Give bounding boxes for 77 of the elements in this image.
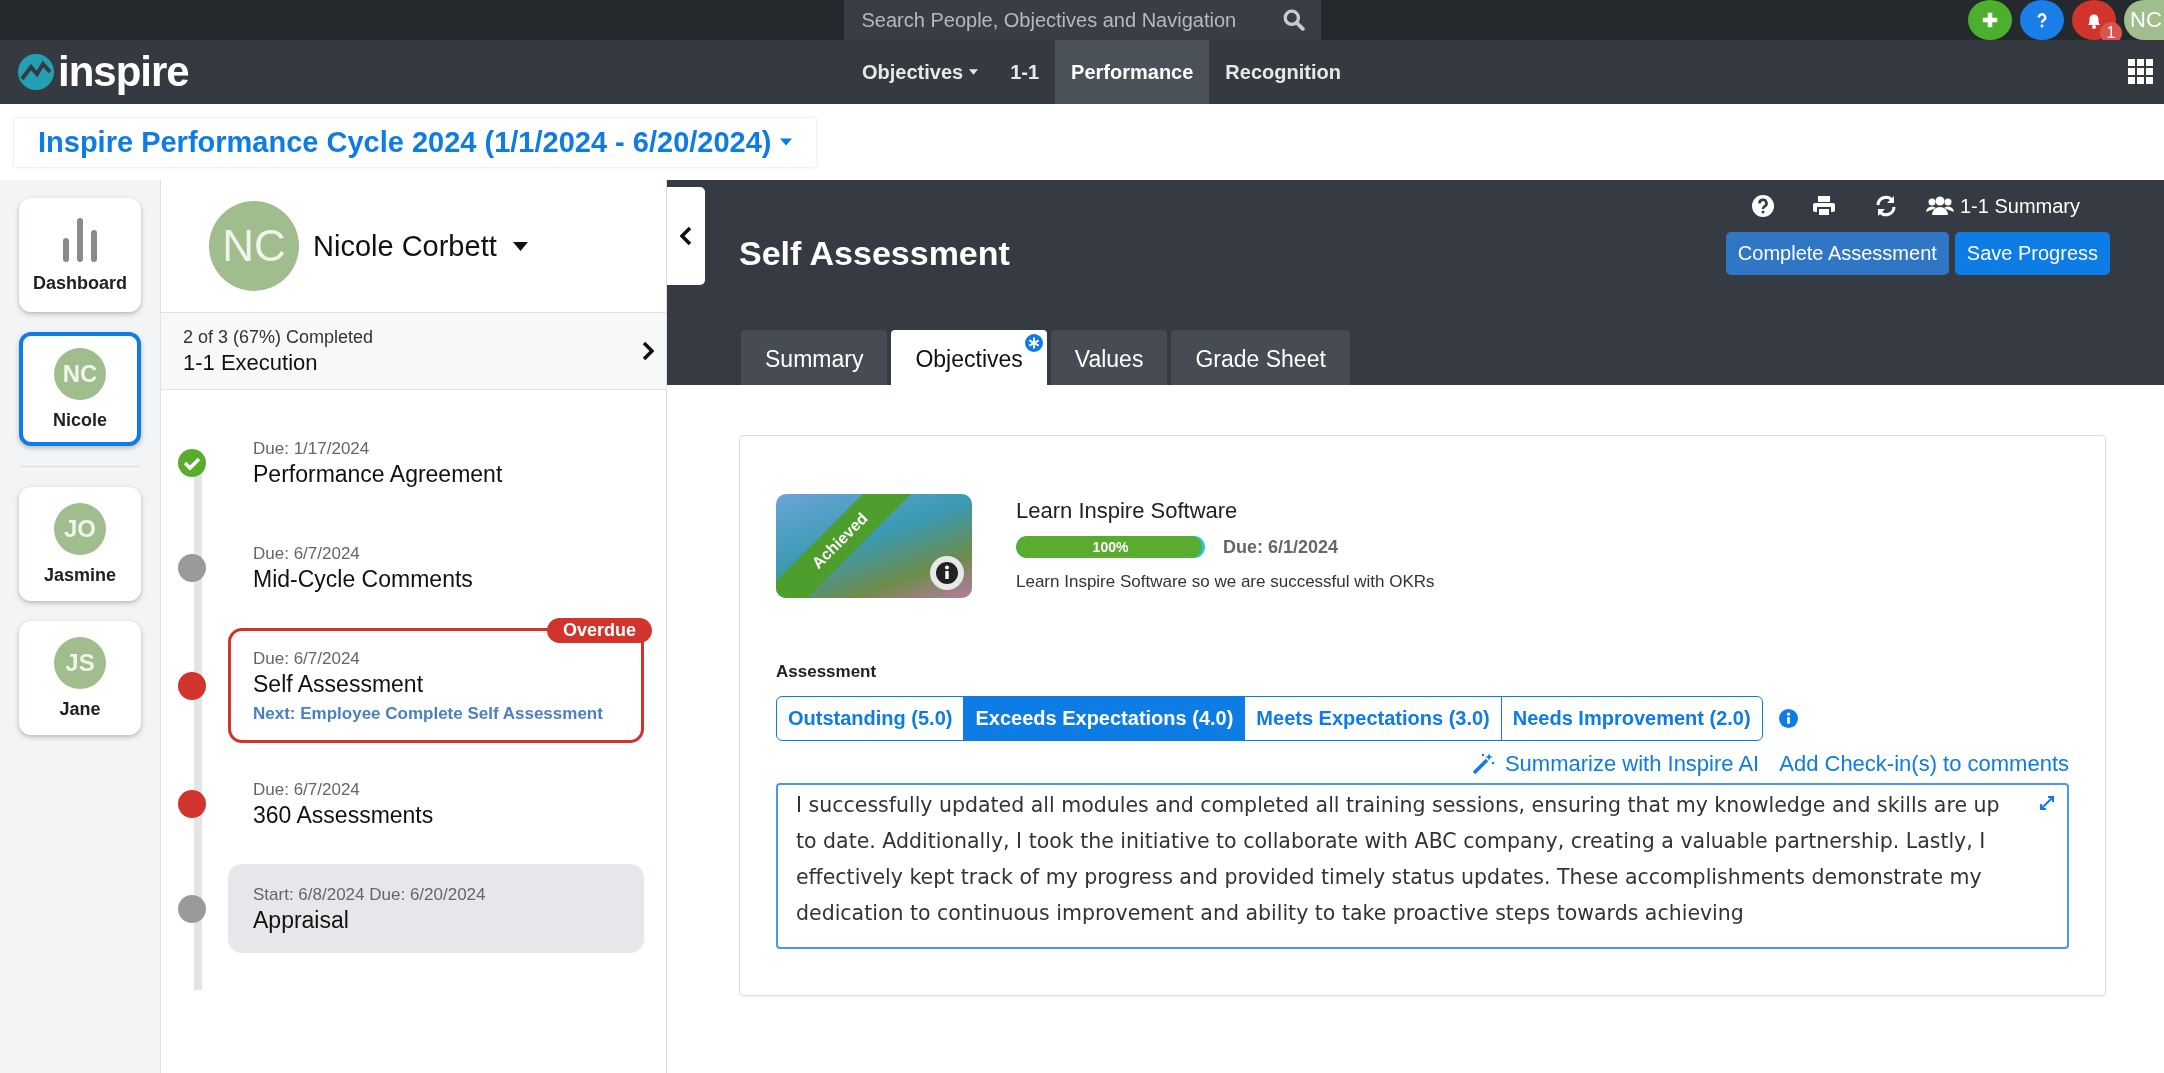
step-title: Mid-Cycle Comments [253,566,474,593]
caret-icon [779,138,792,146]
nav-tab[interactable]: Recognition [1209,40,1357,104]
due-date: Due: 6/1/2024 [1223,536,1339,558]
step-date: Due: 6/7/2024 [253,780,361,800]
chevron-left-icon [680,226,692,246]
tab[interactable]: Grade Sheet [1171,330,1350,385]
help-icon[interactable] [1751,195,1774,217]
help-button[interactable] [2020,0,2064,40]
nav-tab[interactable]: 1-1 [994,40,1056,104]
step-card[interactable]: Start: 6/8/2024 Due: 6/20/2024 Appraisal [228,864,644,953]
person-name: Nicole [53,409,107,431]
objective-title[interactable]: Learn Inspire Software [1016,498,1435,524]
step-title: Performance Agreement [253,461,504,488]
rating-option[interactable]: Outstanding (5.0) [777,697,964,740]
person-dropdown[interactable]: Nicole Corbett [313,229,528,263]
rating-option[interactable]: Exceeds Expectations (4.0) [963,697,1245,740]
step-date: Due: 6/7/2024 [253,544,361,564]
info-icon[interactable] [930,556,964,590]
person-name: Jasmine [43,564,116,586]
add-checkins-link[interactable]: Add Check-in(s) to comments [1779,751,2069,777]
next-step-link[interactable]: Next: Employee Complete Self Assessment [253,704,619,724]
avatar: JO [54,502,106,555]
step-date: Due: 6/7/2024 [253,649,361,669]
step-card[interactable]: Due: 6/7/2024 360 Assessments [228,759,644,848]
chevron-right-icon [642,341,654,361]
nav-tab[interactable]: Performance [1055,40,1210,104]
person-card[interactable]: JS Jane [19,621,141,735]
action-button[interactable]: Complete Assessment [1725,232,1949,275]
person-card[interactable]: NC Nicole [19,332,141,446]
progress-panel[interactable]: 2 of 3 (67%) Completed 1-1 Execution [161,312,666,390]
avatar: JS [54,636,106,689]
step-title: Appraisal [253,907,350,934]
tab[interactable]: Values [1050,330,1168,385]
dashboard-button[interactable]: Dashboard [19,198,141,312]
plus-icon [1981,11,1999,29]
page-title: Self Assessment [739,234,1010,273]
expand-icon[interactable] [2039,795,2055,811]
magic-wand-icon [1470,752,1495,776]
nav-tab[interactable]: Objectives [846,40,995,104]
step-date: Start: 6/8/2024 Due: 6/20/2024 [253,885,487,905]
step-date: Due: 1/17/2024 [253,439,371,459]
cycle-dropdown[interactable]: Inspire Performance Cycle 2024 (1/1/2024 - 6/20/2024) [14,117,816,167]
people-icon [1925,196,1954,216]
notifications-button[interactable] [2072,0,2116,40]
progress-label: 100% [1091,538,1130,557]
person-card[interactable]: JO Jasmine [19,487,141,601]
objective-description: Learn Inspire Software so we are successful with OKRs [1016,572,1435,592]
progress-title: 1-1 Execution [183,349,319,376]
logo-text: inspire [58,48,189,96]
add-button[interactable] [1968,0,2012,40]
print-icon[interactable] [1811,195,1836,217]
apps-grid-icon[interactable] [2128,59,2154,85]
step-title: Self Assessment [253,671,425,698]
logo-icon [16,52,56,92]
overdue-badge: Overdue [546,618,652,643]
caret-icon [512,241,528,251]
avatar: NC [209,201,299,291]
assessment-label: Assessment [776,662,878,682]
step-card[interactable]: Due: 6/7/2024 Mid-Cycle Comments [228,523,644,612]
rating-option[interactable]: Needs Improvement (2.0) [1500,697,1762,740]
step-card[interactable]: Due: 1/17/2024 Performance Agreement [228,418,644,507]
step-title: 360 Assessments [253,802,435,829]
comment-field[interactable]: I successfully updated all modules and completed all training sessions, ensuring that my knowledge and skills are up to date. Additionally, I took the initiative to collaborate with ABC company, creating a valuable partnership. Lastly, I effectively kept track of my progress and provided timely status updates. These accomplishments demonstrate my dedication to continuous improvement and ability to take proactive steps towards achieving [776,783,2069,949]
collapse-button[interactable] [667,187,705,285]
bar-chart-icon [60,216,100,263]
person-name: Jane [59,698,101,720]
summarize-ai-link[interactable]: Summarize with Inspire AI [1470,751,1760,777]
search-icon [1282,9,1305,31]
progress-text: 2 of 3 (67%) Completed [183,326,374,348]
action-button[interactable]: Save Progress [1954,232,2110,275]
tab[interactable]: Objectives [891,330,1047,385]
tab[interactable]: Summary [741,330,888,385]
avatar: NC [54,347,106,400]
search-field[interactable]: Search People, Objectives and Navigation [843,0,1321,40]
rating-option[interactable]: Meets Expectations (3.0) [1244,697,1501,740]
summary-link[interactable]: 1-1 Summary [1925,194,2080,218]
